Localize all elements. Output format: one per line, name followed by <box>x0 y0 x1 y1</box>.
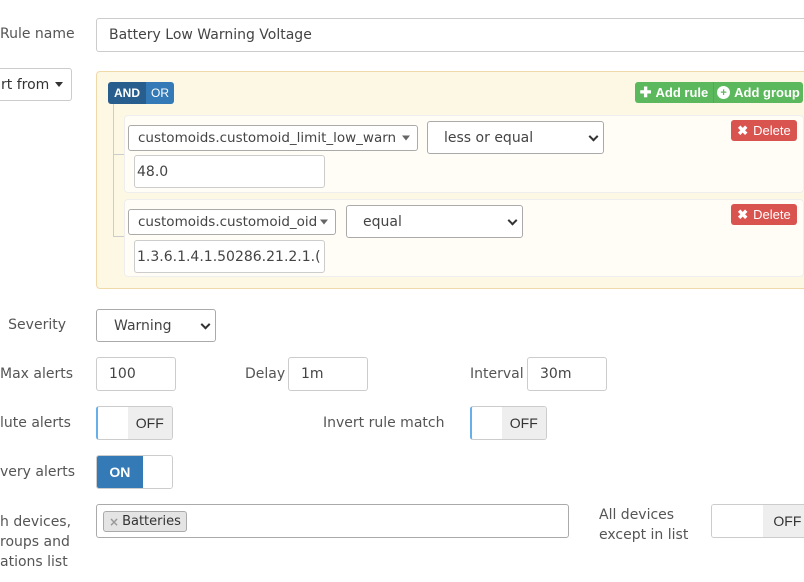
import-from-label: rt from <box>1 76 50 93</box>
add-rule-button[interactable]: ✚ Add rule <box>635 82 713 103</box>
import-from-button[interactable]: rt from <box>0 68 72 101</box>
severity-value: Warning <box>114 317 172 334</box>
recovery-alerts-toggle[interactable]: ON <box>96 455 173 489</box>
tree-connector <box>113 104 114 236</box>
interval-label: Interval <box>470 366 524 382</box>
devices-label-line: h devices, <box>0 514 72 530</box>
delete-label: Delete <box>753 123 791 138</box>
add-group-button[interactable]: + Add group <box>713 82 803 103</box>
tag-remove-icon[interactable]: × <box>109 515 119 529</box>
rule-field-select[interactable]: customoids.customoid_limit_low_warn <box>128 125 418 151</box>
interval-input[interactable]: 30m <box>527 357 607 391</box>
delete-rule-button[interactable]: ✖ Delete <box>731 120 797 141</box>
toggle-state-label: OFF <box>127 407 172 439</box>
mute-alerts-toggle[interactable]: OFF <box>96 406 173 440</box>
delay-label: Delay <box>245 366 286 382</box>
delay-input[interactable]: 1m <box>288 357 368 391</box>
devices-label-line: ations list <box>0 554 68 570</box>
delete-rule-button[interactable]: ✖ Delete <box>731 204 797 225</box>
rule-field-value: customoids.customoid_limit_low_warn <box>138 130 397 146</box>
plus-circle-icon: + <box>717 86 731 99</box>
rule-value-input[interactable]: 48.0 <box>134 155 325 188</box>
toggle-state-label: ON <box>97 456 143 488</box>
recovery-alerts-label: very alerts <box>0 464 76 480</box>
chevron-down-icon <box>200 319 211 330</box>
devices-label-line: roups and <box>0 534 70 550</box>
rule-operator-select[interactable]: less or equal <box>427 121 604 154</box>
max-alerts-input[interactable]: 100 <box>96 357 176 391</box>
all-devices-except-line: except in list <box>599 527 689 543</box>
device-tag: × Batteries <box>103 511 187 532</box>
rule-operator-value: equal <box>363 213 402 230</box>
rule-field-select[interactable]: customoids.customoid_oid <box>128 209 336 235</box>
rule-field-value: customoids.customoid_oid <box>138 214 318 230</box>
max-alerts-label: Max alerts <box>0 366 74 382</box>
rule-name-input[interactable]: Battery Low Warning Voltage <box>96 18 804 52</box>
caret-down-icon <box>320 219 328 225</box>
chevron-down-icon <box>507 215 518 226</box>
all-devices-except-toggle[interactable]: OFF <box>711 504 804 538</box>
toggle-state-label: OFF <box>763 505 804 537</box>
mute-alerts-label: lute alerts <box>0 415 71 431</box>
rule-value-input[interactable]: 1.3.6.1.4.1.50286.21.2.1.( <box>134 240 325 273</box>
close-icon: ✖ <box>737 206 749 222</box>
and-button[interactable]: AND <box>108 82 146 104</box>
chevron-down-icon <box>588 131 599 142</box>
toggle-handle <box>472 407 502 439</box>
toggle-handle <box>142 456 172 488</box>
or-button[interactable]: OR <box>146 82 174 104</box>
add-rule-label: Add rule <box>655 85 709 100</box>
toggle-state-label: OFF <box>501 407 546 439</box>
toggle-handle <box>98 407 128 439</box>
rule-name-label: Rule name <box>0 26 75 42</box>
severity-select[interactable]: Warning <box>96 309 216 342</box>
delete-label: Delete <box>753 207 791 222</box>
rule-operator-select[interactable]: equal <box>346 205 523 238</box>
caret-down-icon <box>402 135 410 141</box>
toggle-handle <box>712 505 764 537</box>
invert-rule-match-toggle[interactable]: OFF <box>470 406 547 440</box>
all-devices-except-label: All devices except in list <box>599 505 688 545</box>
severity-label: Severity <box>8 317 66 333</box>
caret-down-icon <box>55 82 64 87</box>
device-tag-label: Batteries <box>122 514 181 529</box>
add-group-label: Add group <box>734 85 800 100</box>
devices-multiselect[interactable]: × Batteries <box>96 504 569 538</box>
invert-rule-match-label: Invert rule match <box>323 415 445 431</box>
plus-icon: ✚ <box>639 84 652 100</box>
close-icon: ✖ <box>737 122 749 138</box>
rule-operator-value: less or equal <box>444 129 534 146</box>
devices-label: h devices, roups and ations list <box>0 512 72 572</box>
all-devices-except-line: All devices <box>599 507 675 523</box>
